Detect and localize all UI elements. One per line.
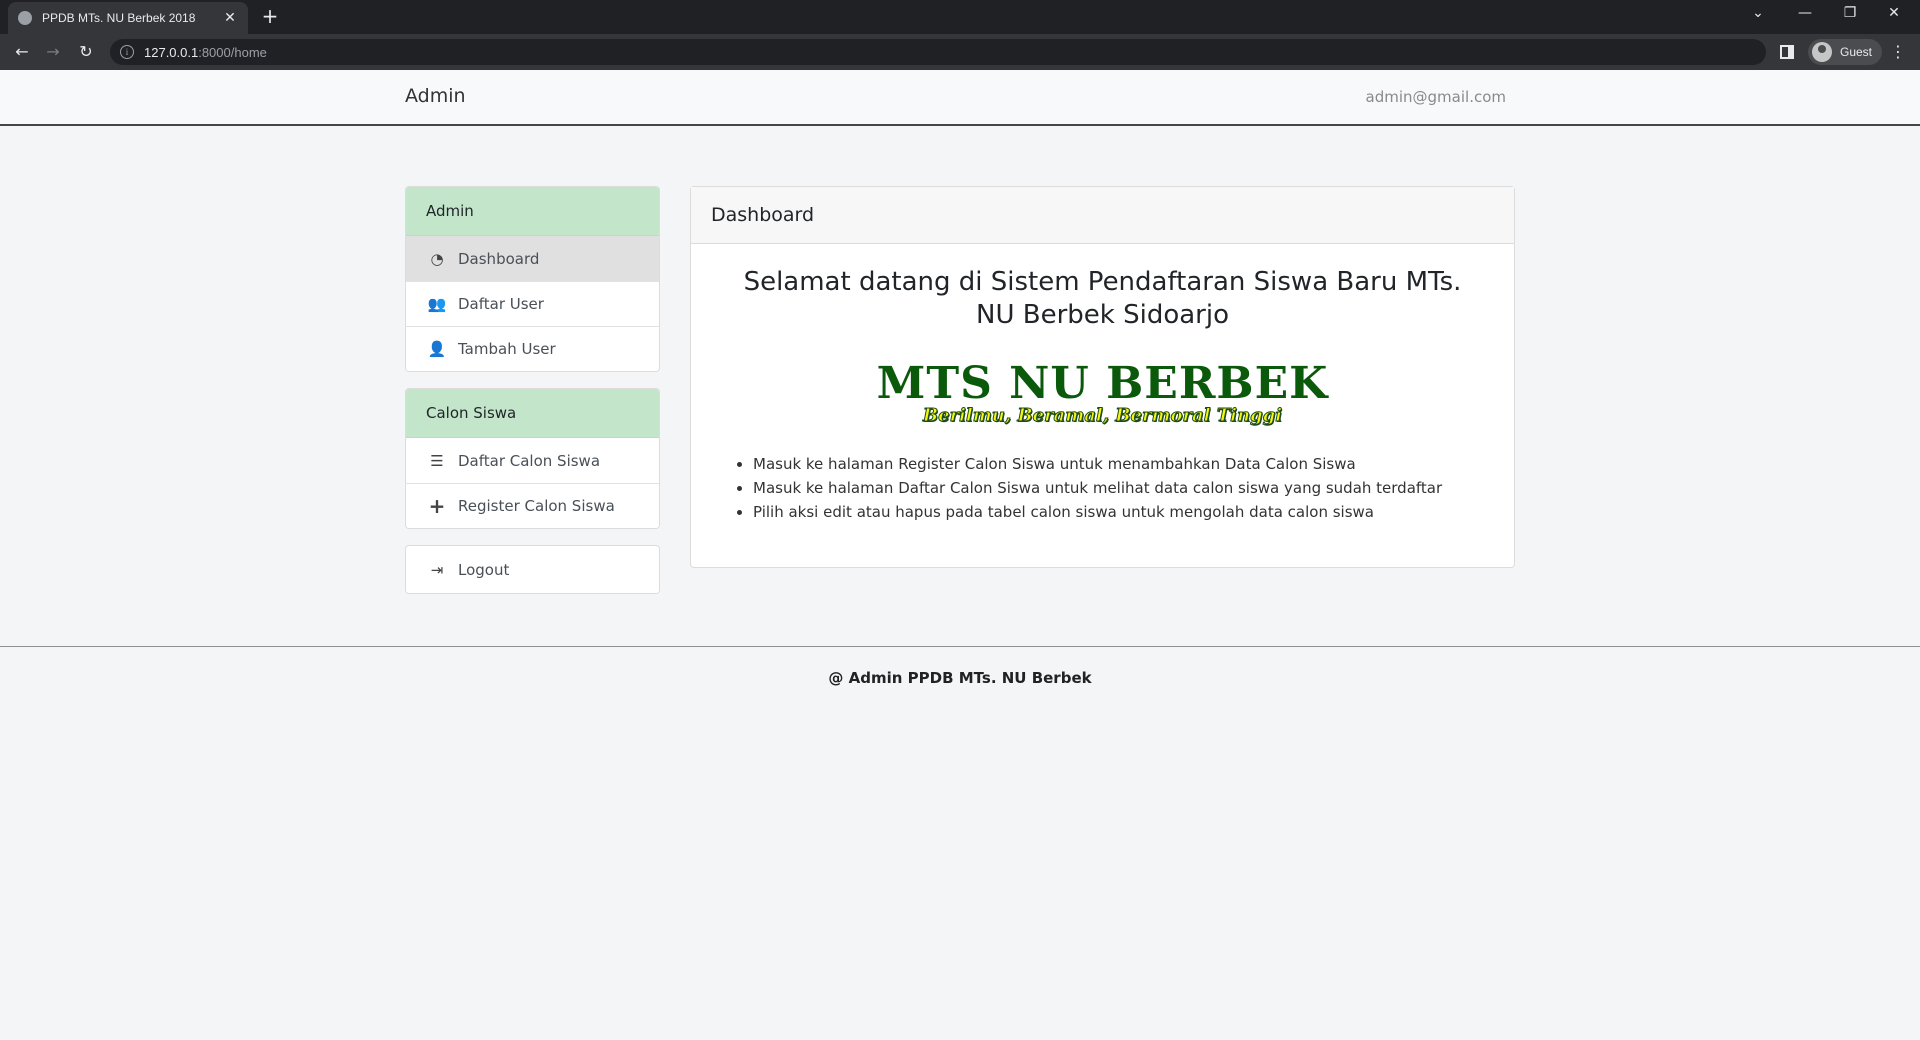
dashboard-icon: ◔ [430, 249, 444, 268]
profile-label: Guest [1840, 45, 1873, 59]
calon-siswa-menu-header: Calon Siswa [406, 389, 659, 438]
sidebar-item-label: Daftar Calon Siswa [458, 451, 601, 470]
side-panel-icon[interactable] [1780, 45, 1794, 59]
sidebar-item-dashboard[interactable]: ◔ Dashboard [406, 236, 659, 281]
browser-menu-icon[interactable]: ⋮ [1890, 42, 1906, 61]
plus-icon: + [428, 494, 446, 518]
sidebar: Admin ◔ Dashboard 👥 Daftar User 👤 Tambah… [405, 186, 660, 610]
list-item: Masuk ke halaman Register Calon Siswa un… [753, 452, 1474, 476]
sidebar-item-label: Register Calon Siswa [458, 497, 615, 515]
list-item: Pilih aksi edit atau hapus pada tabel ca… [753, 500, 1474, 524]
back-button[interactable]: ← [12, 42, 32, 62]
welcome-heading: Selamat datang di Sistem Pendaftaran Sis… [743, 267, 1462, 330]
new-tab-button[interactable]: + [260, 6, 280, 26]
url-host: 127.0.0.1 [144, 44, 199, 60]
logout-button[interactable]: ⇥ Logout [406, 546, 659, 593]
browser-tabstrip: PPDB MTs. NU Berbek 2018 ✕ + ⌄ — ❐ ✕ [0, 0, 1920, 34]
navbar-brand[interactable]: Admin [405, 85, 466, 107]
logout-menu: ⇥ Logout [405, 545, 660, 594]
tab-search-icon[interactable]: ⌄ [1748, 5, 1768, 21]
tab-close-icon[interactable]: ✕ [222, 10, 238, 26]
browser-tab[interactable]: PPDB MTs. NU Berbek 2018 ✕ [8, 2, 248, 34]
school-logo: MTS NU BERBEK Berilmu, Beramal, Bermoral… [731, 358, 1474, 427]
logo-title: MTS NU BERBEK [876, 358, 1329, 409]
card-header: Dashboard [691, 187, 1514, 244]
profile-button[interactable]: Guest [1808, 39, 1883, 65]
user-plus-icon: 👤 [427, 340, 447, 358]
dashboard-card: Dashboard Selamat datang di Sistem Penda… [690, 186, 1515, 568]
logout-label: Logout [458, 560, 510, 579]
url-path: :8000/home [198, 44, 267, 60]
tab-title: PPDB MTs. NU Berbek 2018 [42, 11, 196, 25]
reload-button[interactable]: ↻ [76, 42, 96, 62]
forward-button[interactable]: → [43, 42, 63, 62]
sign-out-icon: ⇥ [430, 560, 444, 579]
restore-button[interactable]: ❐ [1840, 5, 1860, 21]
list-item: Masuk ke halaman Daftar Calon Siswa untu… [753, 476, 1474, 500]
address-bar[interactable]: i 127.0.0.1:8000/home [110, 39, 1766, 65]
avatar-icon [1812, 42, 1832, 62]
admin-menu-header: Admin [406, 187, 659, 236]
top-navbar: Admin admin@gmail.com [0, 70, 1920, 126]
sidebar-item-daftar-calon-siswa[interactable]: ☰ Daftar Calon Siswa [406, 438, 659, 483]
admin-menu: Admin ◔ Dashboard 👥 Daftar User 👤 Tambah… [405, 186, 660, 372]
user-email[interactable]: admin@gmail.com [1366, 88, 1506, 106]
info-icon[interactable]: i [120, 45, 134, 59]
users-icon: 👥 [427, 295, 447, 313]
sidebar-item-register-calon-siswa[interactable]: + Register Calon Siswa [406, 483, 659, 528]
close-window-button[interactable]: ✕ [1884, 5, 1904, 21]
minimize-button[interactable]: — [1795, 5, 1815, 21]
instruction-list: Masuk ke halaman Register Calon Siswa un… [731, 452, 1474, 524]
logo-tagline: Berilmu, Beramal, Bermoral Tinggi [922, 405, 1283, 426]
calon-siswa-menu: Calon Siswa ☰ Daftar Calon Siswa + Regis… [405, 388, 660, 529]
footer-text: @ Admin PPDB MTs. NU Berbek [828, 669, 1092, 687]
browser-toolbar: ← → ↻ i 127.0.0.1:8000/home Guest ⋮ [0, 34, 1920, 70]
card-body: Selamat datang di Sistem Pendaftaran Sis… [691, 244, 1514, 544]
sidebar-item-daftar-user[interactable]: 👥 Daftar User [406, 281, 659, 326]
sidebar-item-label: Dashboard [458, 249, 540, 268]
sidebar-item-label: Tambah User [458, 340, 556, 358]
list-icon: ☰ [430, 451, 444, 470]
footer: @ Admin PPDB MTs. NU Berbek [0, 646, 1920, 687]
sidebar-item-tambah-user[interactable]: 👤 Tambah User [406, 326, 659, 371]
globe-icon [18, 11, 32, 25]
sidebar-item-label: Daftar User [458, 295, 544, 313]
